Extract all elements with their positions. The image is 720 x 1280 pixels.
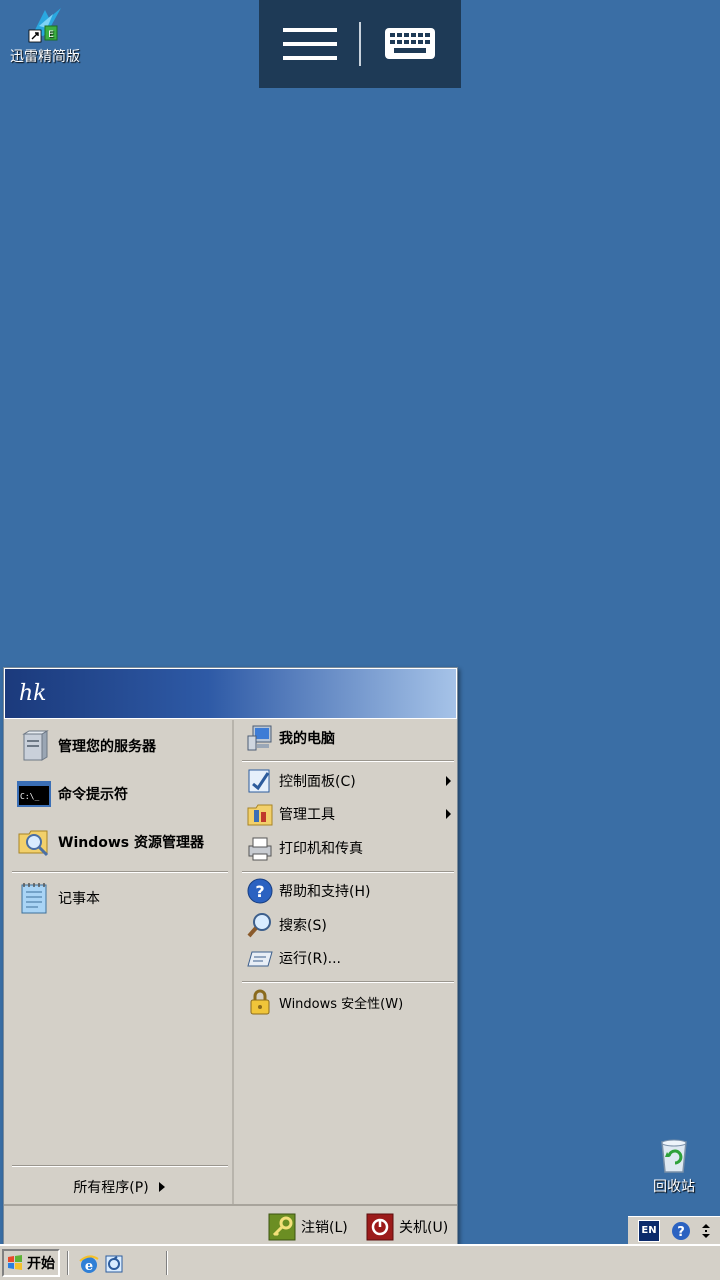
menu-item-run[interactable]: 运行(R)... [236, 942, 457, 974]
svg-text:?: ? [677, 1225, 685, 1240]
menu-item-label: 帮助和支持(H) [279, 884, 371, 900]
explorer-icon [18, 830, 49, 857]
power-icon [366, 1213, 394, 1241]
notepad-icon [21, 883, 47, 914]
menu-separator [12, 1165, 228, 1167]
menu-separator [242, 871, 454, 873]
start-menu-right-pane: 我的电脑 控制面板(C) 管理工具 打印机和传真 ? 帮助和支持(H) 搜索(S… [236, 720, 457, 1204]
start-label: 开始 [27, 1256, 55, 1272]
menu-item-admin-tools[interactable]: 管理工具 [236, 798, 457, 830]
menu-button[interactable] [259, 0, 359, 88]
taskbar-separator [166, 1251, 168, 1275]
start-menu-header: hk [4, 668, 457, 719]
internet-explorer-icon: e [79, 1255, 99, 1274]
menu-item-label: 控制面板(C) [279, 774, 356, 790]
printer-icon [248, 837, 272, 861]
menu-item-command-prompt[interactable]: C:\_ 命令提示符 [4, 774, 232, 814]
menu-item-label: Windows 安全性(W) [279, 996, 404, 1012]
logoff-button[interactable]: 注销(L) [268, 1212, 348, 1242]
keyboard-icon [385, 28, 435, 59]
menu-item-control-panel[interactable]: 控制面板(C) [236, 765, 457, 797]
menu-item-manage-server[interactable]: 管理您的服务器 [4, 726, 232, 766]
control-panel-icon [248, 769, 270, 793]
user-name: hk [19, 681, 47, 706]
command-prompt-icon: C:\_ [17, 781, 51, 807]
chevron-updown-icon [702, 1224, 710, 1238]
desktop-icon-recycle-bin[interactable]: 回收站 [629, 1138, 719, 1196]
all-programs-button[interactable]: 所有程序(P) [4, 1172, 234, 1202]
system-tray: EN ? [628, 1216, 720, 1244]
menu-separator [12, 871, 228, 873]
quicklaunch-show-desktop[interactable] [104, 1253, 126, 1275]
menu-separator [242, 760, 454, 762]
tray-options-button[interactable] [698, 1220, 714, 1242]
menu-item-label: 我的电脑 [279, 731, 335, 747]
admin-tools-icon [247, 804, 273, 826]
desktop-icon-label: 迅雷精简版 [10, 49, 80, 65]
keyboard-button[interactable] [361, 0, 461, 88]
chevron-right-icon [158, 1182, 165, 1192]
shutdown-label: 关机(U) [399, 1220, 449, 1236]
svg-text:?: ? [255, 882, 264, 901]
desktop-icon-xunlei[interactable]: E 迅雷精简版 [0, 4, 90, 66]
start-menu-left-pane: 管理您的服务器 C:\_ 命令提示符 Windows 资源管理器 记事本 所有程… [4, 720, 234, 1204]
show-desktop-icon [105, 1255, 123, 1273]
chevron-right-icon [446, 809, 451, 819]
taskbar: 开始 e [0, 1244, 720, 1280]
menu-item-label: 打印机和传真 [279, 841, 363, 857]
all-programs-label: 所有程序(P) [73, 1180, 149, 1196]
chevron-right-icon [446, 776, 451, 786]
search-icon [247, 913, 271, 938]
svg-text:C:\_: C:\_ [20, 792, 39, 801]
menu-separator [242, 981, 454, 983]
menu-item-windows-explorer[interactable]: Windows 资源管理器 [4, 822, 232, 862]
key-icon [268, 1213, 296, 1241]
start-menu-footer: 注销(L) 关机(U) [4, 1204, 457, 1246]
my-computer-icon [247, 725, 272, 751]
menu-item-label: Windows 资源管理器 [58, 835, 204, 851]
help-icon: ? [672, 1222, 690, 1240]
menu-item-search[interactable]: 搜索(S) [236, 909, 457, 941]
shutdown-button[interactable]: 关机(U) [366, 1212, 448, 1242]
remote-toolbar [259, 0, 461, 88]
menu-item-label: 管理您的服务器 [58, 739, 156, 755]
desktop-icon-label: 回收站 [653, 1179, 695, 1195]
start-menu: hk 管理您的服务器 C:\_ 命令提示符 Windows 资源管理器 记事本 … [3, 667, 458, 1247]
server-manage-icon [22, 730, 49, 761]
help-icon: ? [247, 878, 273, 904]
hamburger-menu-icon [283, 28, 337, 60]
logoff-label: 注销(L) [301, 1220, 348, 1236]
tray-help-button[interactable]: ? [670, 1220, 692, 1242]
security-lock-icon [250, 989, 270, 1015]
taskbar-separator [67, 1251, 69, 1275]
language-label: EN [641, 1225, 657, 1236]
quicklaunch-ie[interactable]: e [78, 1253, 100, 1275]
start-menu-body: 管理您的服务器 C:\_ 命令提示符 Windows 资源管理器 记事本 所有程… [4, 720, 457, 1204]
menu-item-my-computer[interactable]: 我的电脑 [236, 722, 457, 754]
menu-item-windows-security[interactable]: Windows 安全性(W) [236, 986, 457, 1018]
svg-text:E: E [48, 30, 54, 40]
recycle-bin-icon [661, 1139, 687, 1173]
menu-item-label: 记事本 [58, 891, 100, 907]
menu-item-label: 运行(R)... [279, 951, 342, 967]
svg-text:e: e [85, 1259, 93, 1274]
menu-item-label: 命令提示符 [58, 787, 128, 803]
windows-logo-icon [8, 1255, 22, 1270]
start-button[interactable]: 开始 [2, 1249, 60, 1277]
language-indicator[interactable]: EN [638, 1220, 660, 1242]
menu-item-help[interactable]: ? 帮助和支持(H) [236, 875, 457, 907]
xunlei-shortcut-icon: E [28, 8, 61, 43]
run-icon [247, 951, 273, 967]
menu-item-printers[interactable]: 打印机和传真 [236, 832, 457, 864]
menu-item-label: 搜索(S) [279, 918, 327, 934]
menu-item-notepad[interactable]: 记事本 [4, 878, 232, 918]
menu-item-label: 管理工具 [279, 807, 335, 823]
